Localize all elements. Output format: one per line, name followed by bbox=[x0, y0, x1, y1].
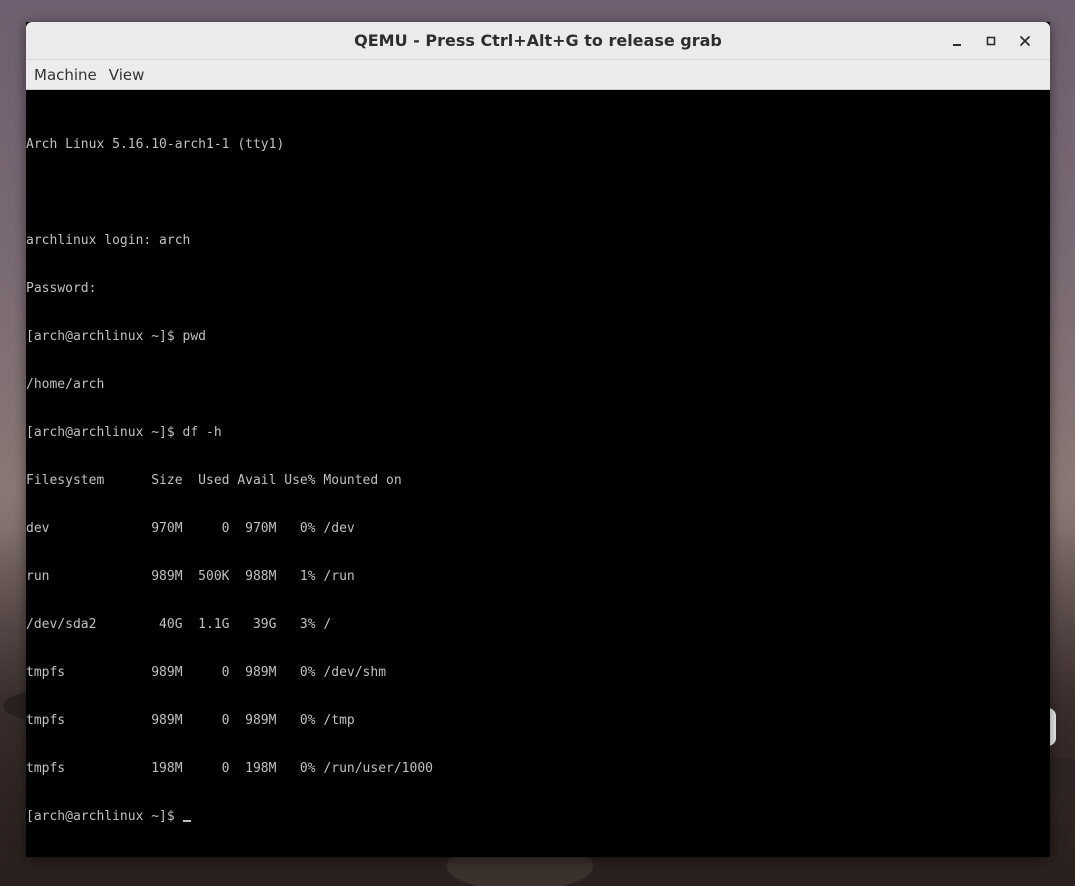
console-line: tmpfs 198M 0 198M 0% /run/user/1000 bbox=[26, 761, 433, 776]
menu-machine[interactable]: Machine bbox=[28, 62, 103, 88]
close-icon bbox=[1020, 35, 1030, 46]
console-line: Password: bbox=[26, 281, 97, 296]
console-line: tmpfs 989M 0 989M 0% /dev/shm bbox=[26, 665, 387, 680]
text-cursor bbox=[182, 820, 191, 822]
menu-view[interactable]: View bbox=[103, 62, 151, 88]
console-line: Arch Linux 5.16.10-arch1-1 (tty1) bbox=[26, 137, 285, 152]
window-titlebar[interactable]: QEMU - Press Ctrl+Alt+G to release grab bbox=[26, 22, 1050, 60]
console-line: archlinux login: arch bbox=[26, 233, 191, 248]
menubar: Machine View bbox=[26, 60, 1050, 90]
console-prompt-line[interactable]: [arch@archlinux ~]$ bbox=[26, 809, 433, 825]
minimize-button[interactable] bbox=[940, 24, 974, 58]
minimize-icon bbox=[953, 43, 961, 46]
console-line: dev 970M 0 970M 0% /dev bbox=[26, 521, 355, 536]
console-line: [arch@archlinux ~]$ df -h bbox=[26, 425, 222, 440]
console-line: /home/arch bbox=[26, 377, 105, 392]
console-line: Filesystem Size Used Avail Use% Mounted … bbox=[26, 473, 402, 488]
console-prompt: [arch@archlinux ~]$ bbox=[26, 809, 183, 824]
maximize-button[interactable] bbox=[974, 24, 1008, 58]
console-line: run 989M 500K 988M 1% /run bbox=[26, 569, 355, 584]
maximize-icon bbox=[986, 36, 996, 45]
console-line: tmpfs 989M 0 989M 0% /tmp bbox=[26, 713, 355, 728]
qemu-window: QEMU - Press Ctrl+Alt+G to release grab … bbox=[26, 22, 1050, 857]
console-output: Arch Linux 5.16.10-arch1-1 (tty1) archli… bbox=[26, 105, 433, 857]
vm-console-screen[interactable]: Arch Linux 5.16.10-arch1-1 (tty1) archli… bbox=[26, 90, 1050, 856]
console-line: /dev/sda2 40G 1.1G 39G 3% / bbox=[26, 617, 332, 632]
console-line: [arch@archlinux ~]$ pwd bbox=[26, 329, 207, 344]
close-button[interactable] bbox=[1008, 24, 1042, 58]
window-title: QEMU - Press Ctrl+Alt+G to release grab bbox=[354, 31, 722, 50]
window-controls bbox=[940, 22, 1042, 59]
